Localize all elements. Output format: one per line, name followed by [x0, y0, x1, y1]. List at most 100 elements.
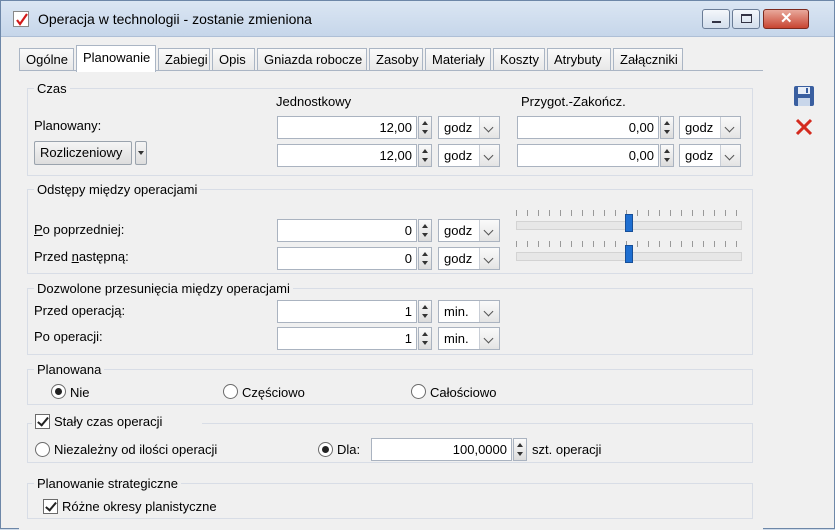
planowana-czesciowo-label: Częściowo	[242, 385, 305, 400]
przesuniecia-title: Dozwolone przesunięcia między operacjami	[34, 281, 293, 296]
chevron-down-icon	[479, 117, 499, 138]
po-poprzedniej-mnemonic: P	[34, 222, 43, 237]
save-icon	[794, 86, 814, 106]
tab-gniazda-robocze[interactable]: Gniazda robocze	[257, 48, 367, 71]
maximize-button[interactable]	[732, 9, 760, 29]
rozliczeniowy-przygot-input[interactable]: 0,00	[517, 144, 659, 167]
close-icon: ✕	[780, 10, 793, 27]
combo-text: min.	[444, 304, 469, 319]
niezalezny-label: Niezależny od ilości operacji	[54, 442, 218, 457]
rozliczeniowy-jednostkowy-spinner[interactable]	[418, 144, 432, 167]
rozliczeniowy-dropdown[interactable]	[135, 141, 147, 165]
po-operacji-spinner[interactable]	[418, 327, 432, 350]
col-jednostkowy: Jednostkowy	[276, 94, 352, 109]
odstepy-title: Odstępy między operacjami	[34, 182, 201, 197]
delete-x-icon	[795, 118, 813, 136]
slider-thumb[interactable]	[625, 214, 633, 232]
maximize-icon	[741, 14, 752, 23]
tab-materialy[interactable]: Materiały	[425, 48, 491, 71]
rozliczeniowy-button[interactable]: Rozliczeniowy	[34, 141, 132, 165]
przed-nastepna-unit[interactable]: godz	[438, 247, 500, 270]
planowany-przygot-spinner[interactable]	[660, 116, 674, 139]
planowany-przygot-unit[interactable]: godz	[679, 116, 741, 139]
planowana-title: Planowana	[34, 362, 105, 377]
tab-zasoby[interactable]: Zasoby	[369, 48, 423, 71]
dla-radio[interactable]	[318, 442, 333, 457]
minimize-icon	[712, 21, 721, 23]
planowana-calosciowo-radio[interactable]	[411, 384, 426, 399]
planowana-czesciowo-radio[interactable]	[223, 384, 238, 399]
close-button[interactable]: ✕	[763, 9, 809, 29]
rozliczeniowy-przygot-unit[interactable]: godz	[679, 144, 741, 167]
planowany-jednostkowy-unit[interactable]: godz	[438, 116, 500, 139]
przed-operacja-spinner[interactable]	[418, 300, 432, 323]
dla-spinner[interactable]	[513, 438, 527, 461]
po-operacji-label: Po operacji:	[34, 329, 103, 344]
chevron-down-icon	[479, 145, 499, 166]
chevron-down-icon	[720, 117, 740, 138]
chevron-down-icon	[479, 220, 499, 241]
dla-input[interactable]: 100,0000	[371, 438, 512, 461]
save-button[interactable]	[791, 83, 817, 109]
przed-operacja-unit[interactable]: min.	[438, 300, 500, 323]
po-poprzedniej-text: o poprzedniej:	[42, 222, 125, 237]
slider-thumb[interactable]	[625, 245, 633, 263]
planowany-jednostkowy-input[interactable]: 12,00	[277, 116, 417, 139]
tab-ogolne[interactable]: Ogólne	[19, 48, 74, 71]
tab-planowanie[interactable]: Planowanie	[76, 45, 156, 72]
delete-button[interactable]	[791, 114, 817, 140]
chevron-down-icon	[720, 145, 740, 166]
minimize-button[interactable]	[702, 9, 730, 29]
po-poprzedniej-unit[interactable]: godz	[438, 219, 500, 242]
po-operacji-input[interactable]: 1	[277, 327, 417, 350]
rozliczeniowy-jednostkowy-unit[interactable]: godz	[438, 144, 500, 167]
window-title: Operacja w technologii - zostanie zmieni…	[38, 11, 312, 27]
planowany-label: Planowany:	[34, 118, 102, 133]
przed-nastepna-text-b: astępną:	[78, 249, 129, 264]
rozne-okresy-checkbox[interactable]	[43, 499, 58, 514]
combo-text: godz	[685, 148, 714, 163]
planowana-calosciowo-label: Całościowo	[430, 385, 497, 400]
title-bar: Operacja w technologii - zostanie zmieni…	[1, 1, 834, 37]
tab-koszty[interactable]: Koszty	[493, 48, 545, 71]
przed-operacja-input[interactable]: 1	[277, 300, 417, 323]
strategiczne-title: Planowanie strategiczne	[34, 476, 181, 491]
chevron-down-icon	[479, 248, 499, 269]
po-operacji-unit[interactable]: min.	[438, 327, 500, 350]
przed-nastepna-mnemonic: n	[71, 249, 79, 264]
planowana-nie-radio[interactable]	[51, 384, 66, 399]
planowana-nie-label: Nie	[70, 385, 90, 400]
przed-nastepna-spinner[interactable]	[418, 247, 432, 270]
po-poprzedniej-slider[interactable]	[516, 210, 742, 240]
tab-opis[interactable]: Opis	[212, 48, 255, 71]
rozliczeniowy-przygot-spinner[interactable]	[660, 144, 674, 167]
combo-text: godz	[444, 251, 473, 266]
combo-text: godz	[685, 120, 714, 135]
po-poprzedniej-input[interactable]: 0	[277, 219, 417, 242]
chevron-down-icon	[479, 328, 499, 349]
przed-nastepna-slider[interactable]	[516, 241, 742, 271]
tab-atrybuty[interactable]: Atrybuty	[547, 48, 611, 71]
dla-label: Dla:	[337, 442, 361, 457]
col-przygot: Przygot.-Zakończ.	[521, 94, 626, 109]
planowany-przygot-input[interactable]: 0,00	[517, 116, 659, 139]
przed-nastepna-input[interactable]: 0	[277, 247, 417, 270]
po-poprzedniej-spinner[interactable]	[418, 219, 432, 242]
app-check-icon	[13, 11, 29, 27]
czas-title: Czas	[34, 81, 70, 96]
combo-text: godz	[444, 223, 473, 238]
staly-czas-label: Stały czas operacji	[54, 414, 163, 429]
combo-text: min.	[444, 331, 469, 346]
rozne-okresy-label: Różne okresy planistyczne	[62, 499, 217, 514]
tab-zabiegi[interactable]: Zabiegi	[158, 48, 210, 71]
planowana-group	[27, 369, 753, 405]
rozliczeniowy-jednostkowy-input[interactable]: 12,00	[277, 144, 417, 167]
chevron-down-icon	[479, 301, 499, 322]
tab-zalaczniki[interactable]: Załączniki	[613, 48, 683, 71]
niezalezny-radio[interactable]	[35, 442, 50, 457]
przed-nastepna-text-a: Przed	[34, 249, 72, 264]
po-poprzedniej-label: Po poprzedniej:	[34, 222, 124, 237]
staly-czas-checkbox[interactable]	[35, 414, 50, 429]
przed-nastepna-label: Przed następną:	[34, 249, 129, 264]
planowany-jednostkowy-spinner[interactable]	[418, 116, 432, 139]
